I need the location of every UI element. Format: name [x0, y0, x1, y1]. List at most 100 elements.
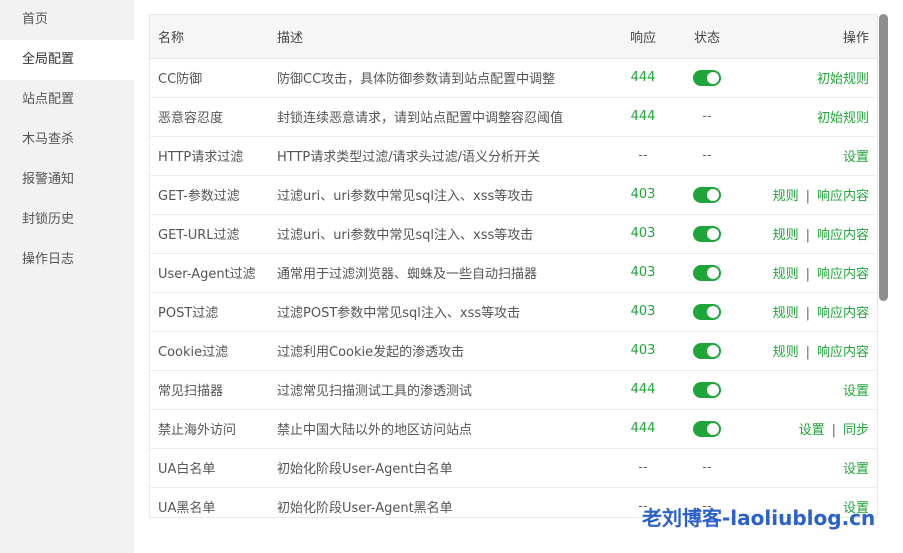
rule-response-code: 444: [630, 421, 656, 436]
rule-response-code: 403: [630, 187, 656, 202]
status-toggle[interactable]: [693, 264, 721, 281]
operation-link[interactable]: 响应内容: [817, 189, 869, 204]
table-scrollbar-thumb[interactable]: [879, 14, 888, 301]
status-toggle[interactable]: [693, 186, 721, 203]
status-cell: [677, 253, 737, 292]
rules-table-panel: 名称 描述 响应 状态 操作 CC防御 防御CC攻击，具体防御参数请到站点配置中调…: [149, 14, 878, 518]
operation-link[interactable]: 设置: [843, 150, 869, 165]
rule-response-code: --: [638, 460, 648, 475]
operation-link[interactable]: 初始规则: [817, 111, 869, 126]
operations-cell: 初始规则: [737, 97, 877, 136]
status-toggle[interactable]: [693, 69, 721, 86]
status-empty: --: [702, 460, 712, 475]
operation-separator: |: [805, 267, 810, 282]
rule-response-code: 403: [630, 343, 656, 358]
sidebar-item-block-history[interactable]: 封锁历史: [0, 200, 134, 240]
rule-response-code: --: [638, 148, 648, 163]
operation-link[interactable]: 同步: [843, 423, 869, 438]
operation-separator: |: [805, 306, 810, 321]
rule-name: Cookie过滤: [158, 345, 229, 360]
rule-description: 通常用于过滤浏览器、蜘蛛及一些自动扫描器: [277, 267, 538, 282]
rule-name: GET-URL过滤: [158, 228, 240, 243]
status-empty: --: [702, 109, 712, 124]
sidebar-item-trojan-scan[interactable]: 木马查杀: [0, 120, 134, 160]
rule-description: HTTP请求类型过滤/请求头过滤/语义分析开关: [277, 150, 541, 165]
table-row: CC防御 防御CC攻击，具体防御参数请到站点配置中调整 444 初始规则: [150, 58, 877, 97]
operations-cell: 设置: [737, 370, 877, 409]
operations-cell: 规则 | 响应内容: [737, 292, 877, 331]
rule-response-code: 444: [630, 382, 656, 397]
table-row: 恶意容忍度 封锁连续恶意请求，请到站点配置中调整容忍阈值 444 -- 初始规则: [150, 97, 877, 136]
table-row: User-Agent过滤 通常用于过滤浏览器、蜘蛛及一些自动扫描器 403 规则 | 响应…: [150, 253, 877, 292]
rule-response-code: 444: [630, 70, 656, 85]
operation-link[interactable]: 响应内容: [817, 267, 869, 282]
rule-name: User-Agent过滤: [158, 267, 256, 282]
operations-cell: 设置 | 同步: [737, 409, 877, 448]
table-row: 常见扫描器 过滤常见扫描测试工具的渗透测试 444 设置: [150, 370, 877, 409]
status-toggle[interactable]: [693, 303, 721, 320]
header-operations: 操作: [737, 15, 877, 59]
rule-description: 过滤uri、uri参数中常见sql注入、xss等攻击: [277, 228, 534, 243]
rule-response-code: 403: [630, 265, 656, 280]
rule-response-code: 403: [630, 304, 656, 319]
operations-cell: 规则 | 响应内容: [737, 175, 877, 214]
rule-name: UA白名单: [158, 462, 216, 477]
status-toggle[interactable]: [693, 420, 721, 437]
operation-link[interactable]: 规则: [773, 345, 799, 360]
sidebar-item-alert-notify[interactable]: 报警通知: [0, 160, 134, 200]
operation-link[interactable]: 设置: [843, 462, 869, 477]
watermark-text: 老刘博客-laoliublog.cn: [642, 506, 876, 530]
rule-name: 禁止海外访问: [158, 423, 237, 438]
status-toggle[interactable]: [693, 225, 721, 242]
header-desc: 描述: [269, 15, 609, 59]
table-row: POST过滤 过滤POST参数中常见sql注入、xss等攻击 403 规则 | 响应内容: [150, 292, 877, 331]
rule-response-code: 444: [630, 109, 656, 124]
operation-link[interactable]: 初始规则: [817, 72, 869, 87]
status-cell: [677, 292, 737, 331]
operation-link[interactable]: 响应内容: [817, 306, 869, 321]
rule-name: CC防御: [158, 72, 203, 87]
status-empty: --: [702, 148, 712, 163]
sidebar-item-operation-log[interactable]: 操作日志: [0, 240, 134, 280]
operation-separator: |: [805, 345, 810, 360]
status-cell: [677, 175, 737, 214]
status-cell: [677, 58, 737, 97]
table-row: GET-URL过滤 过滤uri、uri参数中常见sql注入、xss等攻击 403 规则…: [150, 214, 877, 253]
rule-name: GET-参数过滤: [158, 189, 240, 204]
header-status: 状态: [677, 15, 737, 59]
rule-name: UA黑名单: [158, 501, 216, 516]
rule-description: 防御CC攻击，具体防御参数请到站点配置中调整: [277, 72, 556, 87]
operations-cell: 设置: [737, 136, 877, 175]
rule-description: 过滤常见扫描测试工具的渗透测试: [277, 384, 473, 399]
status-cell: [677, 370, 737, 409]
operation-link[interactable]: 规则: [773, 189, 799, 204]
operation-link[interactable]: 规则: [773, 267, 799, 282]
status-cell: [677, 331, 737, 370]
operation-link[interactable]: 设置: [799, 423, 825, 438]
operation-link[interactable]: 规则: [773, 306, 799, 321]
sidebar-item-global-config[interactable]: 全局配置: [0, 40, 134, 80]
rule-description: 禁止中国大陆以外的地区访问站点: [277, 423, 473, 438]
rule-name: HTTP请求过滤: [158, 150, 244, 165]
rule-description: 过滤uri、uri参数中常见sql注入、xss等攻击: [277, 189, 534, 204]
operation-link[interactable]: 响应内容: [817, 345, 869, 360]
sidebar-item-home[interactable]: 首页: [0, 0, 134, 40]
operation-separator: |: [831, 423, 836, 438]
rules-table: 名称 描述 响应 状态 操作 CC防御 防御CC攻击，具体防御参数请到站点配置中调…: [150, 15, 877, 517]
rule-description: 初始化阶段User-Agent黑名单: [277, 501, 453, 516]
header-response: 响应: [609, 15, 677, 59]
rule-response-code: 403: [630, 226, 656, 241]
operation-link[interactable]: 设置: [843, 384, 869, 399]
operations-cell: 规则 | 响应内容: [737, 331, 877, 370]
rule-description: 初始化阶段User-Agent白名单: [277, 462, 453, 477]
rule-name: POST过滤: [158, 306, 219, 321]
table-row: GET-参数过滤 过滤uri、uri参数中常见sql注入、xss等攻击 403 规则 |…: [150, 175, 877, 214]
sidebar-item-site-config[interactable]: 站点配置: [0, 80, 134, 120]
status-cell: [677, 409, 737, 448]
status-toggle[interactable]: [693, 342, 721, 359]
sidebar: 首页 全局配置 站点配置 木马查杀 报警通知 封锁历史 操作日志: [0, 0, 134, 553]
operations-cell: 初始规则: [737, 58, 877, 97]
operation-link[interactable]: 规则: [773, 228, 799, 243]
status-toggle[interactable]: [693, 381, 721, 398]
operation-link[interactable]: 响应内容: [817, 228, 869, 243]
